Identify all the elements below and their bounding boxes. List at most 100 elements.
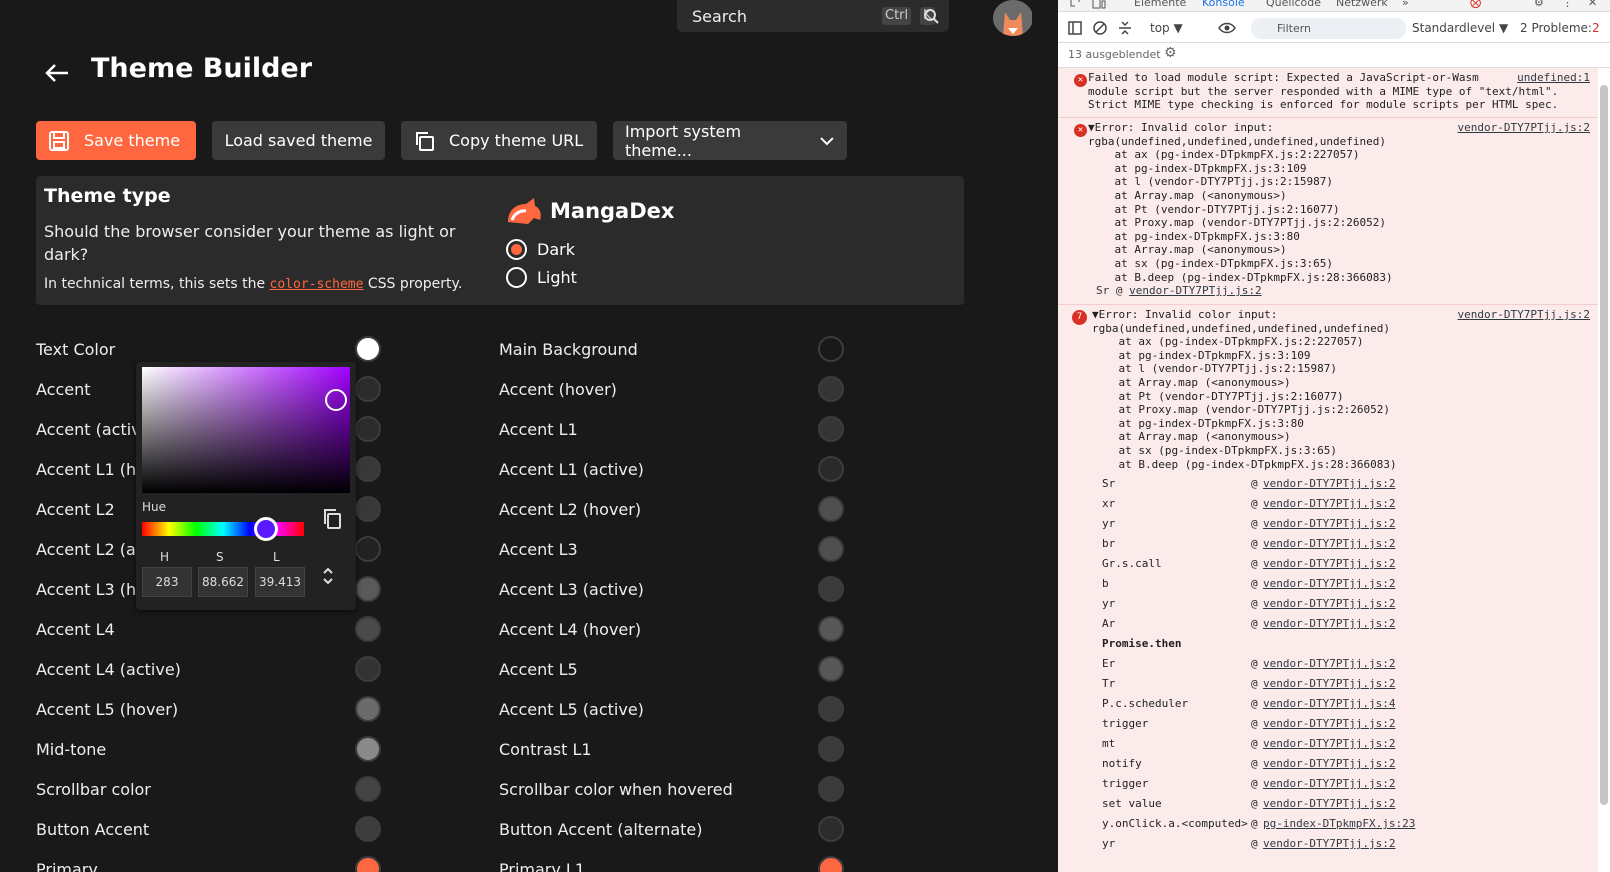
tab-konsole[interactable]: Konsole [1202,0,1245,9]
color-swatch[interactable] [818,856,844,872]
error-repeat-count: 7 [1072,310,1087,325]
color-swatch[interactable] [818,656,844,682]
live-expression-eye-icon[interactable] [1218,21,1236,35]
s-input[interactable]: 88.662 [198,567,248,597]
stack-frame-link[interactable]: vendor-DTY7PTjj.js:2 [1263,597,1395,611]
dark-radio[interactable]: Dark [506,239,575,260]
console-error-3[interactable]: 7 ▼Error: Invalid color input: rgba(unde… [1058,305,1598,872]
tab-netzwerk[interactable]: Netzwerk [1336,0,1388,9]
color-swatch[interactable] [355,456,381,482]
console-filter-input[interactable]: Filtern [1251,18,1406,39]
stack-frame-link[interactable]: pg-index-DTpkmpFX.js:23 [1263,817,1415,831]
error-2-origin-link[interactable]: vendor-DTY7PTjj.js:2 [1129,284,1261,297]
back-arrow-icon[interactable] [44,62,70,84]
color-swatch[interactable] [818,376,844,402]
more-tabs-icon[interactable]: » [1402,0,1409,9]
device-toolbar-icon[interactable] [1092,0,1106,9]
stack-frame-link[interactable]: vendor-DTY7PTjj.js:4 [1263,697,1395,711]
color-swatch[interactable] [818,696,844,722]
color-swatch[interactable] [818,576,844,602]
color-swatch[interactable] [355,376,381,402]
l-input[interactable]: 39.413 [255,567,305,597]
log-level-dropdown[interactable]: Standardlevel ▼ [1412,21,1508,35]
preserve-log-icon[interactable] [1118,20,1132,36]
color-swatch[interactable] [355,696,381,722]
color-swatch[interactable] [355,736,381,762]
saturation-knob[interactable] [325,389,347,411]
stack-frame-link[interactable]: vendor-DTY7PTjj.js:2 [1263,477,1395,491]
color-swatch[interactable] [355,336,381,362]
color-row-right: Scrollbar color when hovered [499,775,844,803]
color-swatch[interactable] [818,456,844,482]
hue-slider-knob[interactable] [254,517,278,541]
color-swatch[interactable] [818,736,844,762]
stack-frame-link[interactable]: vendor-DTY7PTjj.js:2 [1263,517,1395,531]
stack-frame-link[interactable]: vendor-DTY7PTjj.js:2 [1263,537,1395,551]
color-swatch[interactable] [818,496,844,522]
color-swatch[interactable] [355,536,381,562]
color-swatch[interactable] [355,656,381,682]
stack-frame-link[interactable]: vendor-DTY7PTjj.js:2 [1263,717,1395,731]
color-swatch[interactable] [818,616,844,642]
stack-frame-link[interactable]: vendor-DTY7PTjj.js:2 [1263,657,1395,671]
close-devtools-icon[interactable]: ✕ [1588,0,1597,9]
stack-frame-link[interactable]: vendor-DTY7PTjj.js:2 [1263,497,1395,511]
color-label: Scrollbar color when hovered [499,779,733,799]
console-error-2[interactable]: ✕ ▼Error: Invalid color input: rgba(unde… [1058,118,1598,305]
copy-color-icon[interactable] [322,508,342,530]
hue-slider[interactable] [142,517,304,541]
clear-console-icon[interactable] [1093,21,1107,35]
color-scheme-link[interactable]: color-scheme [270,277,364,292]
search-icon[interactable] [923,8,939,24]
error-1-source[interactable]: undefined:1 [1517,71,1590,85]
h-input[interactable]: 283 [142,567,192,597]
copy-theme-url-button[interactable]: Copy theme URL [401,121,597,160]
console-scrollbar[interactable] [1600,85,1608,805]
avatar[interactable] [993,0,1032,36]
load-saved-theme-button[interactable]: Load saved theme [212,121,385,160]
problems-indicator[interactable]: 2 Probleme: [1520,21,1592,35]
stack-frame-link[interactable]: vendor-DTY7PTjj.js:2 [1263,557,1395,571]
format-toggle-icon[interactable] [321,565,335,587]
stack-frame-link[interactable]: vendor-DTY7PTjj.js:2 [1263,777,1395,791]
tab-elemente[interactable]: Elemente [1134,0,1186,9]
more-options-icon[interactable]: ⋮ [1562,0,1573,9]
console-error-1[interactable]: ✕ Failed to load module script: Expected… [1058,68,1598,118]
inspect-icon[interactable] [1070,0,1082,9]
color-swatch[interactable] [818,336,844,362]
color-swatch[interactable] [818,776,844,802]
color-swatch[interactable] [355,856,381,872]
console-settings-icon[interactable]: ⚙ [1164,45,1177,61]
light-radio[interactable]: Light [506,267,577,288]
error-count-badge[interactable]: ⨂ [1470,0,1481,9]
context-selector[interactable]: top ▼ [1150,21,1183,35]
saturation-lightness-area[interactable] [142,367,350,493]
color-swatch[interactable] [355,776,381,802]
color-swatch[interactable] [355,576,381,602]
color-swatch[interactable] [355,816,381,842]
light-radio-circle[interactable] [506,267,527,288]
stack-frame-link[interactable]: vendor-DTY7PTjj.js:2 [1263,617,1395,631]
color-swatch[interactable] [355,416,381,442]
stack-frame-link[interactable]: vendor-DTY7PTjj.js:2 [1263,757,1395,771]
error-2-source[interactable]: vendor-DTY7PTjj.js:2 [1458,121,1590,135]
color-swatch[interactable] [818,816,844,842]
sidebar-toggle-icon[interactable] [1068,21,1082,35]
stack-frame-link[interactable]: vendor-DTY7PTjj.js:2 [1263,837,1395,851]
error-3-source[interactable]: vendor-DTY7PTjj.js:2 [1458,308,1590,322]
tab-quellcode[interactable]: Quellcode [1266,0,1321,9]
save-theme-button[interactable]: Save theme [36,121,196,160]
stack-frame-link[interactable]: vendor-DTY7PTjj.js:2 [1263,797,1395,811]
import-system-theme-dropdown[interactable]: Import system theme... [613,121,847,160]
stack-frame-link[interactable]: vendor-DTY7PTjj.js:2 [1263,577,1395,591]
light-radio-label: Light [537,268,577,287]
color-swatch[interactable] [818,416,844,442]
dark-radio-circle[interactable] [506,239,527,260]
stack-frame-link[interactable]: vendor-DTY7PTjj.js:2 [1263,677,1395,691]
stack-frame-link[interactable]: vendor-DTY7PTjj.js:2 [1263,737,1395,751]
color-swatch[interactable] [818,536,844,562]
search-input[interactable]: Search Ctrl K [677,0,949,32]
settings-icon[interactable]: ⚙ [1534,0,1544,9]
color-swatch[interactable] [355,616,381,642]
color-swatch[interactable] [355,496,381,522]
